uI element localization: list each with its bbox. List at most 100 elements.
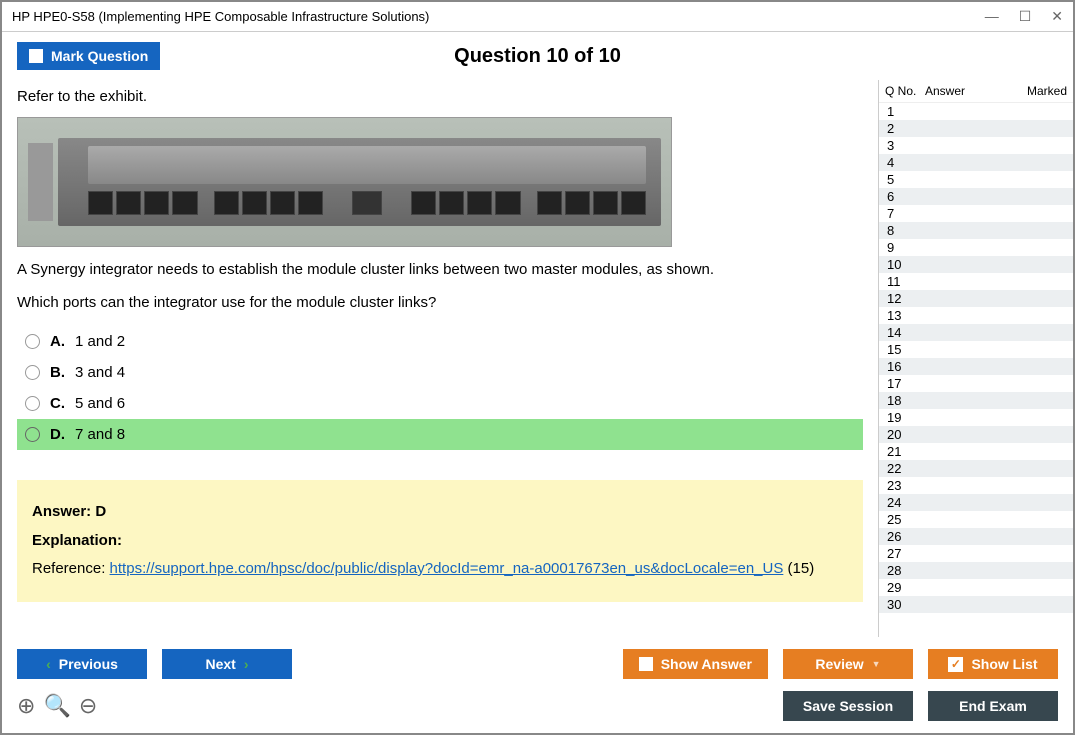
choice-text: 3 and 4 <box>75 364 125 381</box>
explanation-label: Explanation: <box>32 532 122 549</box>
qlist-row[interactable]: 26 <box>879 528 1073 545</box>
qlist-row[interactable]: 22 <box>879 460 1073 477</box>
hardware-module <box>58 138 661 226</box>
save-session-button[interactable]: Save Session <box>783 691 913 721</box>
review-button[interactable]: Review ▼ <box>783 649 913 679</box>
qlist-row[interactable]: 9 <box>879 239 1073 256</box>
window-controls: — ☐ ✕ <box>985 8 1063 25</box>
question-body-2: Which ports can the integrator use for t… <box>17 292 863 315</box>
next-button[interactable]: Next › <box>162 649 292 679</box>
qlist-row[interactable]: 14 <box>879 324 1073 341</box>
qlist-row[interactable]: 7 <box>879 205 1073 222</box>
ref-suffix: (15) <box>783 560 814 577</box>
qlist-row[interactable]: 2 <box>879 120 1073 137</box>
footer: ‹ Previous Next › Show Answer Review ▼ ✓… <box>2 637 1073 733</box>
qlist-row[interactable]: 30 <box>879 596 1073 613</box>
app-window: HP HPE0-S58 (Implementing HPE Composable… <box>0 0 1075 735</box>
qlist-row[interactable]: 19 <box>879 409 1073 426</box>
zoom-in-icon[interactable]: ⊕ <box>17 693 35 719</box>
radio-icon <box>25 427 40 442</box>
dropdown-icon: ▼ <box>872 659 881 669</box>
qlist-row[interactable]: 25 <box>879 511 1073 528</box>
checkbox-icon <box>29 49 43 63</box>
qlist-row[interactable]: 17 <box>879 375 1073 392</box>
close-icon[interactable]: ✕ <box>1051 8 1063 25</box>
mark-label: Mark Question <box>51 48 148 64</box>
choice-b[interactable]: B. 3 and 4 <box>17 357 863 388</box>
qlist-row[interactable]: 15 <box>879 341 1073 358</box>
show-list-button[interactable]: ✓ Show List <box>928 649 1058 679</box>
qlist-row[interactable]: 3 <box>879 137 1073 154</box>
choices-list: A. 1 and 2 B. 3 and 4 C. 5 and 6 D. 7 an… <box>17 326 863 450</box>
end-exam-button[interactable]: End Exam <box>928 691 1058 721</box>
choice-c[interactable]: C. 5 and 6 <box>17 388 863 419</box>
qlist-row[interactable]: 28 <box>879 562 1073 579</box>
qlist-row[interactable]: 29 <box>879 579 1073 596</box>
header: Mark Question Question 10 of 10 <box>2 32 1073 80</box>
intro-text: Refer to the exhibit. <box>17 88 863 105</box>
radio-icon <box>25 334 40 349</box>
choice-text: 1 and 2 <box>75 333 125 350</box>
window-title: HP HPE0-S58 (Implementing HPE Composable… <box>12 9 985 24</box>
qlist-row[interactable]: 4 <box>879 154 1073 171</box>
maximize-icon[interactable]: ☐ <box>1019 8 1032 25</box>
question-content: Refer to the exhibit. <box>2 80 878 637</box>
show-list-label: Show List <box>971 656 1037 672</box>
answer-label: Answer: D <box>32 503 106 520</box>
main: Refer to the exhibit. <box>2 80 1073 637</box>
qlist-row[interactable]: 21 <box>879 443 1073 460</box>
question-body-1: A Synergy integrator needs to establish … <box>17 259 863 282</box>
end-label: End Exam <box>959 698 1027 714</box>
choice-letter: B. <box>50 364 65 381</box>
col-answer: Answer <box>925 84 1017 98</box>
exhibit-image <box>17 117 672 247</box>
choice-d[interactable]: D. 7 and 8 <box>17 419 863 450</box>
reference-line: Reference: https://support.hpe.com/hpsc/… <box>32 555 848 584</box>
choice-a[interactable]: A. 1 and 2 <box>17 326 863 357</box>
zoom-controls: ⊕ 🔍 ⊖ <box>17 693 97 719</box>
minimize-icon[interactable]: — <box>985 8 999 25</box>
qlist-row[interactable]: 24 <box>879 494 1073 511</box>
checkbox-icon <box>639 657 653 671</box>
previous-button[interactable]: ‹ Previous <box>17 649 147 679</box>
qlist-row[interactable]: 11 <box>879 273 1073 290</box>
mark-question-button[interactable]: Mark Question <box>17 42 160 70</box>
prev-label: Previous <box>59 656 118 672</box>
choice-letter: A. <box>50 333 65 350</box>
qlist-row[interactable]: 8 <box>879 222 1073 239</box>
question-list-sidebar: Q No. Answer Marked 12345678910111213141… <box>878 80 1073 637</box>
qlist-row[interactable]: 27 <box>879 545 1073 562</box>
show-answer-button[interactable]: Show Answer <box>623 649 768 679</box>
show-answer-label: Show Answer <box>661 656 752 672</box>
choice-letter: D. <box>50 426 65 443</box>
question-number-list[interactable]: 1234567891011121314151617181920212223242… <box>879 103 1073 637</box>
qlist-row[interactable]: 13 <box>879 307 1073 324</box>
ref-prefix: Reference: <box>32 560 110 577</box>
answer-panel: Answer: D Explanation: Reference: https:… <box>17 480 863 602</box>
qlist-row[interactable]: 10 <box>879 256 1073 273</box>
zoom-out-icon[interactable]: ⊖ <box>79 693 97 719</box>
question-counter: Question 10 of 10 <box>454 45 621 68</box>
titlebar: HP HPE0-S58 (Implementing HPE Composable… <box>2 2 1073 32</box>
qlist-row[interactable]: 16 <box>879 358 1073 375</box>
col-marked: Marked <box>1017 84 1067 98</box>
qlist-row[interactable]: 20 <box>879 426 1073 443</box>
qlist-row[interactable]: 23 <box>879 477 1073 494</box>
next-label: Next <box>205 656 235 672</box>
qlist-row[interactable]: 12 <box>879 290 1073 307</box>
button-row-2: ⊕ 🔍 ⊖ Save Session End Exam <box>17 691 1058 721</box>
qlist-row[interactable]: 5 <box>879 171 1073 188</box>
qlist-row[interactable]: 18 <box>879 392 1073 409</box>
sidebar-header: Q No. Answer Marked <box>879 80 1073 103</box>
choice-text: 5 and 6 <box>75 395 125 412</box>
col-qno: Q No. <box>885 84 925 98</box>
reference-link[interactable]: https://support.hpe.com/hpsc/doc/public/… <box>110 560 784 577</box>
qlist-row[interactable]: 1 <box>879 103 1073 120</box>
chevron-right-icon: › <box>244 656 249 672</box>
save-label: Save Session <box>803 698 893 714</box>
checked-icon: ✓ <box>948 657 963 672</box>
qlist-row[interactable]: 6 <box>879 188 1073 205</box>
zoom-reset-icon[interactable]: 🔍 <box>43 693 70 719</box>
choice-letter: C. <box>50 395 65 412</box>
radio-icon <box>25 396 40 411</box>
